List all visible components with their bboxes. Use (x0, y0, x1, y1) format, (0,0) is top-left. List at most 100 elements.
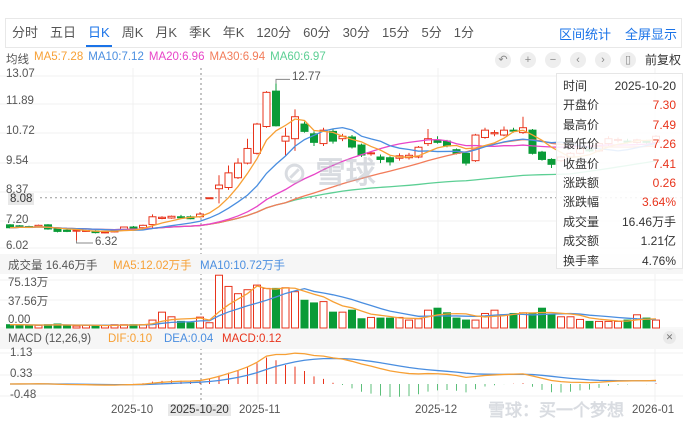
volume-bar (500, 314, 508, 329)
info-key: 涨跌额 (563, 175, 600, 190)
min-price-label: 6.32 (95, 236, 118, 248)
volume-bar (443, 312, 451, 329)
candle-body (177, 216, 185, 219)
macd-axis-label: 0.33 (10, 368, 33, 380)
crosshair-price-label: 8.08 (8, 193, 35, 205)
volume-bar (310, 302, 318, 329)
info-key: 换手率 (563, 253, 600, 268)
candle-body (462, 152, 470, 164)
candle-body (386, 157, 394, 163)
min-marker (76, 240, 93, 244)
candle-body (376, 156, 385, 160)
candle-body (129, 226, 138, 229)
volume-bar (604, 320, 613, 329)
info-value: 3.64% (641, 195, 676, 210)
volume-bar (348, 309, 356, 329)
volume-bar (414, 318, 423, 329)
candle-body (167, 215, 176, 219)
candle-body (148, 216, 157, 226)
volume-bar (424, 309, 432, 329)
volume-bar (462, 319, 470, 329)
volume-bar (186, 322, 195, 329)
volume-bar (63, 324, 71, 329)
volume-bar (557, 316, 565, 329)
macd-title: MACD (12,26,9) (8, 333, 92, 345)
candle-body (262, 91, 271, 128)
max-marker (275, 78, 290, 84)
volume-bar (319, 301, 328, 329)
info-row: 最低价 7.26 (563, 135, 676, 154)
volume-bar (405, 319, 413, 329)
max-price-label: 12.77 (292, 71, 321, 83)
candle-info-panel: 时间 2025-10-20 开盘价 7.30 最高价 7.49 最低价 7.26 收盘价 7.41… (556, 73, 683, 269)
volume-bar (576, 318, 584, 329)
volume-bar (262, 287, 271, 329)
info-key: 成交量 (563, 214, 600, 229)
candle-body (234, 162, 242, 179)
info-value: 16.46万手 (621, 214, 676, 229)
volume-bar (329, 311, 337, 329)
x-axis-label: 2025-10 (111, 404, 154, 416)
volume-bar (158, 311, 166, 329)
info-value: 4.76% (641, 253, 676, 268)
info-row: 开盘价 7.30 (563, 96, 676, 115)
volume-ma5: MA5:12.02万手 (113, 260, 192, 272)
info-key: 涨跌幅 (563, 195, 600, 210)
volume-bar (386, 317, 394, 329)
volume-axis-label: 37.56万 (8, 296, 49, 308)
info-key: 最高价 (563, 117, 600, 132)
x-axis-label: 2025-12 (415, 404, 458, 416)
dif-line (9, 352, 657, 386)
price-axis-label: 9.54 (6, 155, 29, 167)
info-key: 开盘价 (563, 98, 600, 113)
volume-bar (433, 307, 442, 329)
volume-bar (395, 316, 404, 329)
candle-body (490, 132, 499, 135)
info-row: 换手率 4.76% (563, 252, 676, 271)
volume-bar (614, 320, 622, 329)
volume-bar (205, 322, 214, 329)
x-axis-label: 2026-01 (632, 404, 675, 416)
candle-body (500, 129, 508, 136)
info-row: 涨跌额 0.26 (563, 174, 676, 193)
candle-body (158, 216, 166, 219)
volume-axis-label: 75.13万 (8, 277, 49, 289)
info-key: 时间 (563, 79, 588, 93)
info-value: 7.26 (652, 137, 676, 152)
candle-body (224, 172, 233, 188)
volume-bar (72, 325, 81, 329)
price-axis-label: 7.20 (6, 214, 29, 226)
macd-dif: DIF:0.10 (108, 333, 153, 345)
volume-bar (272, 287, 280, 329)
dea-line (9, 357, 657, 386)
candle-body (205, 197, 214, 200)
macd-axis-label: 1.13 (10, 347, 33, 359)
info-value: 0.26 (652, 175, 676, 190)
info-value: 1.21亿 (640, 234, 676, 249)
close-macd-icon[interactable]: ✕ (663, 331, 676, 344)
info-value: 7.49 (652, 117, 676, 132)
info-row: 成交额 1.21亿 (563, 232, 676, 251)
volume-bar (357, 318, 366, 329)
volume-bar (490, 309, 499, 329)
macd-dea: DEA:0.04 (164, 333, 214, 345)
volume-title: 成交量 16.46万手 (8, 260, 98, 272)
candle-body (538, 151, 546, 160)
watermark-logo: ⊘ 雪球 (282, 157, 376, 190)
price-axis-label: 6.02 (6, 240, 29, 252)
price-axis-label: 11.89 (6, 95, 34, 107)
volume-ma10: MA10:10.72万手 (200, 260, 286, 272)
volume-bar (367, 316, 375, 329)
macd-value: MACD:0.12 (222, 333, 282, 345)
info-key: 收盘价 (563, 156, 600, 171)
candle-body (215, 184, 223, 190)
candle-body (272, 90, 280, 127)
info-row: 收盘价 7.41 (563, 155, 676, 174)
info-row: 时间 2025-10-20 (563, 77, 676, 96)
volume-bar (376, 317, 385, 329)
volume-bar (34, 324, 43, 329)
volume-bar (547, 314, 556, 329)
price-axis-label: 10.72 (6, 125, 35, 137)
x-axis-crosshair-label: 2025-10-20 (168, 404, 231, 416)
volume-bar (253, 284, 261, 329)
